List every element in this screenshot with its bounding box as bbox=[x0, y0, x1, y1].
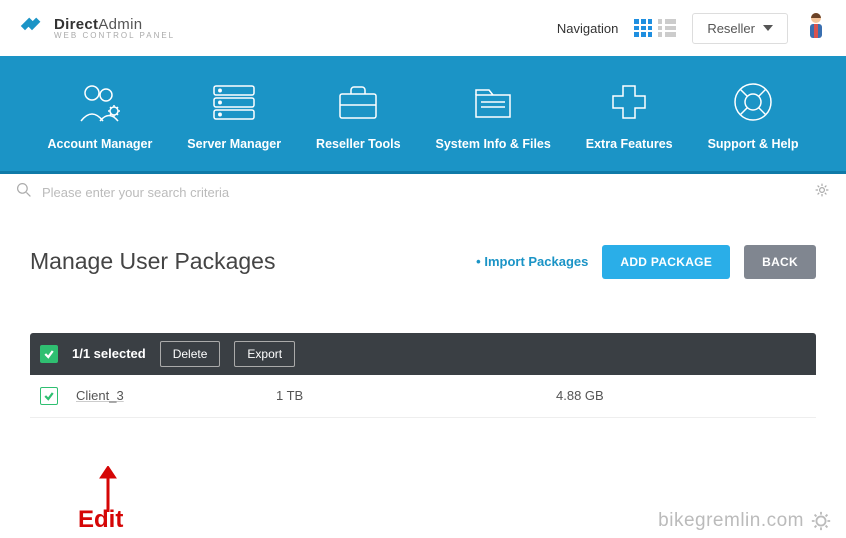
export-button[interactable]: Export bbox=[234, 341, 295, 367]
caret-down-icon bbox=[763, 25, 773, 31]
brand-title: DirectAdmin bbox=[54, 17, 175, 32]
list-view-icon[interactable] bbox=[658, 19, 676, 37]
gear-logo-icon bbox=[810, 510, 832, 532]
lifebuoy-icon bbox=[732, 81, 774, 123]
nav-support-help[interactable]: Support & Help bbox=[708, 78, 799, 153]
page-title: Manage User Packages bbox=[30, 248, 275, 275]
back-button[interactable]: BACK bbox=[744, 245, 816, 279]
package-disk: 1 TB bbox=[276, 388, 556, 403]
plus-icon bbox=[609, 82, 649, 122]
nav-system-info[interactable]: System Info & Files bbox=[436, 78, 551, 153]
brand: DirectAdmin web control panel bbox=[18, 12, 175, 45]
table-row: Client_3 1 TB 4.88 GB bbox=[30, 375, 816, 418]
folder-icon bbox=[471, 83, 515, 121]
nav-reseller-tools[interactable]: Reseller Tools bbox=[316, 78, 401, 153]
select-all-checkbox[interactable] bbox=[40, 345, 58, 363]
grid-view-icon[interactable] bbox=[634, 19, 652, 37]
role-dropdown[interactable]: Reseller bbox=[692, 13, 788, 44]
nav-account-manager[interactable]: Account Manager bbox=[47, 78, 152, 153]
package-name-link[interactable]: Client_3 bbox=[76, 388, 276, 403]
annotation-label: Edit bbox=[78, 506, 123, 534]
role-label: Reseller bbox=[707, 21, 755, 36]
row-checkbox[interactable] bbox=[40, 387, 58, 405]
import-packages-link[interactable]: Import Packages bbox=[476, 254, 588, 269]
brand-logo-icon bbox=[18, 12, 46, 45]
search-bar bbox=[0, 171, 846, 211]
search-icon bbox=[16, 182, 32, 203]
main-nav: Account Manager Server Manager Reseller … bbox=[0, 56, 846, 171]
delete-button[interactable]: Delete bbox=[160, 341, 221, 367]
brand-subtitle: web control panel bbox=[54, 32, 175, 40]
page-head: Manage User Packages Import Packages ADD… bbox=[0, 211, 846, 299]
selection-count: 1/1 selected bbox=[72, 346, 146, 361]
search-input[interactable] bbox=[42, 185, 804, 200]
briefcase-icon bbox=[336, 83, 380, 121]
server-icon bbox=[211, 83, 257, 121]
navigation-label: Navigation bbox=[557, 21, 618, 36]
selection-bar: 1/1 selected Delete Export bbox=[30, 333, 816, 375]
nav-server-manager[interactable]: Server Manager bbox=[187, 78, 281, 153]
users-gear-icon bbox=[76, 81, 124, 123]
package-bandwidth: 4.88 GB bbox=[556, 388, 806, 403]
watermark: bikegremlin.com bbox=[658, 510, 832, 532]
add-package-button[interactable]: ADD PACKAGE bbox=[602, 245, 730, 279]
top-header: DirectAdmin web control panel Navigation… bbox=[0, 0, 846, 56]
nav-extra-features[interactable]: Extra Features bbox=[586, 78, 673, 153]
gear-icon[interactable] bbox=[814, 182, 830, 203]
user-avatar-icon[interactable] bbox=[804, 11, 828, 46]
